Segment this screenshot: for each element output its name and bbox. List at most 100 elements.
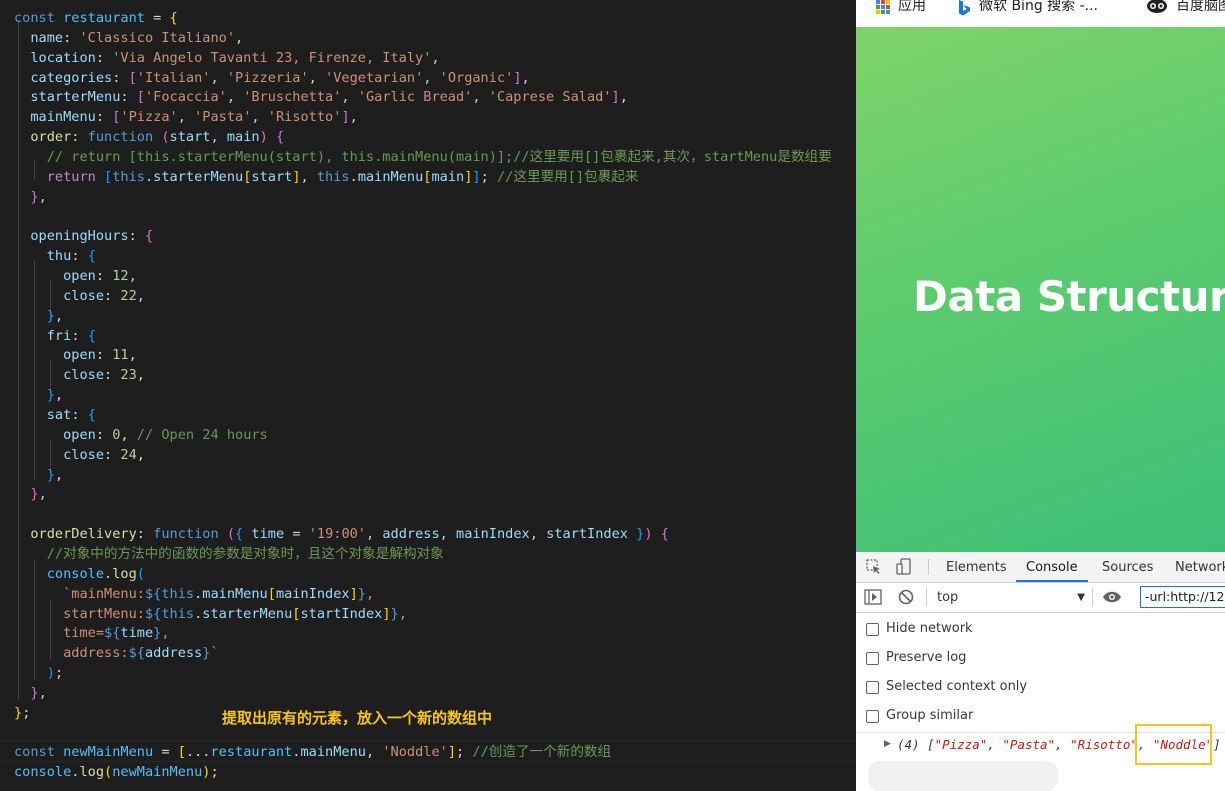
- tab-sources[interactable]: Sources: [1102, 552, 1153, 582]
- tab-elements[interactable]: Elements: [946, 552, 1007, 582]
- array-item: "Pizza": [934, 737, 988, 752]
- setting-group-similar[interactable]: Group similar: [866, 706, 973, 726]
- code-token: this: [316, 168, 350, 185]
- code-line[interactable]: orderDelivery: function ({ time = '19:00…: [14, 524, 669, 544]
- checkbox[interactable]: [866, 709, 879, 723]
- code-line[interactable]: open: 12,: [14, 266, 137, 286]
- browser-window: 应用 微软 Bing 搜索 -... 百度脑图 Data Structures: [856, 0, 1225, 791]
- bookmark-label: 微软 Bing 搜索 -...: [979, 0, 1099, 14]
- code-line[interactable]: `mainMenu:${this.mainMenu[mainIndex]},: [14, 584, 374, 604]
- code-line[interactable]: );: [14, 663, 63, 683]
- code-line[interactable]: mainMenu: ['Pizza', 'Pasta', 'Risotto'],: [14, 107, 357, 127]
- code-token: //这里要用[]包裹起来: [496, 168, 639, 185]
- code-line[interactable]: console.log(newMainMenu);: [14, 762, 219, 782]
- code-line[interactable]: location: 'Via Angelo Tavanti 23, Firenz…: [14, 48, 439, 68]
- inspect-element-icon[interactable]: [866, 559, 882, 575]
- setting-selected-context-only[interactable]: Selected context only: [866, 677, 1027, 697]
- code-token: ,: [38, 486, 47, 503]
- code-line[interactable]: },: [14, 385, 63, 405]
- code-line[interactable]: };: [14, 703, 30, 723]
- code-line[interactable]: close: 23,: [14, 365, 145, 385]
- live-expression-eye-icon[interactable]: [1102, 591, 1122, 603]
- code-token: 'Classico Italiano': [79, 29, 236, 46]
- code-token: return: [46, 168, 96, 185]
- context-select[interactable]: top ▼: [937, 588, 1085, 608]
- code-token: // return [this.starterMenu(start), this…: [46, 148, 832, 165]
- code-line[interactable]: thu: {: [14, 246, 96, 266]
- code-line[interactable]: },: [14, 683, 46, 703]
- code-line[interactable]: const newMainMenu = [...restaurant.mainM…: [14, 742, 611, 762]
- code-token: ]: [611, 89, 620, 106]
- array-length: (4): [897, 737, 920, 752]
- code-token: 'Pasta': [194, 109, 252, 126]
- code-token: =: [144, 10, 170, 26]
- checkbox[interactable]: [866, 651, 879, 665]
- code-token: {: [87, 248, 96, 265]
- code-line[interactable]: fri: {: [14, 326, 96, 346]
- checkbox[interactable]: [866, 680, 879, 694]
- code-line[interactable]: categories: ['Italian', 'Pizzeria', 'Veg…: [14, 68, 529, 88]
- sidebar-toggle-icon[interactable]: [864, 589, 882, 605]
- code-token: ,: [38, 188, 47, 205]
- expand-triangle-icon[interactable]: ▶: [884, 739, 891, 749]
- clear-console-icon[interactable]: [898, 589, 914, 605]
- code-token: ]: [349, 585, 358, 602]
- code-line[interactable]: },: [14, 306, 63, 326]
- code-token: startIndex: [300, 605, 383, 622]
- tab-network[interactable]: Network: [1175, 552, 1225, 582]
- code-line[interactable]: starterMenu: ['Focaccia', 'Bruschetta', …: [14, 87, 628, 107]
- devtools-tabbar: Elements Console Sources Network: [856, 552, 1225, 583]
- code-token: ]: [292, 168, 301, 185]
- code-line[interactable]: sat: {: [14, 405, 96, 425]
- code-editor[interactable]: const restaurant = { name: 'Classico Ita…: [0, 0, 856, 791]
- code-token: ,: [366, 526, 383, 543]
- code-line[interactable]: },: [14, 187, 47, 207]
- code-token: orderDelivery: [30, 526, 137, 543]
- code-line[interactable]: //对象中的方法中的函数的参数是对象时，且这个对象是解构对象: [14, 544, 444, 564]
- code-token: // Open 24 hours: [136, 426, 268, 443]
- code-line[interactable]: openingHours: {: [14, 226, 153, 246]
- code-line[interactable]: },: [14, 465, 63, 485]
- code-line[interactable]: open: 11,: [14, 345, 137, 365]
- code-line[interactable]: close: 24,: [14, 445, 145, 465]
- code-token: mainMenu: [30, 109, 96, 126]
- code-line[interactable]: address:${address}`: [14, 643, 219, 663]
- code-line[interactable]: name: 'Classico Italiano',: [14, 28, 243, 48]
- code-line[interactable]: open: 0, // Open 24 hours: [14, 425, 268, 445]
- code-line[interactable]: startMenu:${this.starterMenu[startIndex]…: [14, 604, 407, 624]
- code-token: }: [46, 466, 55, 483]
- code-token: :: [136, 526, 154, 543]
- bookmark-bing[interactable]: 微软 Bing 搜索 -...: [957, 0, 1098, 22]
- code-line[interactable]: },: [14, 484, 47, 504]
- code-token: ): [259, 129, 268, 146]
- checkbox[interactable]: [866, 622, 879, 636]
- code-line[interactable]: time=${time},: [14, 623, 169, 643]
- console-filter-input[interactable]: -url:http://12: [1140, 586, 1225, 608]
- code-token: :: [104, 287, 121, 304]
- device-toolbar-icon[interactable]: [896, 558, 914, 576]
- code-token: function: [87, 129, 154, 146]
- code-line[interactable]: const restaurant = {: [14, 8, 178, 28]
- setting-label: Selected context only: [886, 679, 1028, 694]
- array-comma: ,: [987, 737, 1003, 752]
- tab-console[interactable]: Console: [1016, 552, 1088, 582]
- code-line[interactable]: console.log(: [14, 564, 145, 584]
- bookmark-apps[interactable]: 应用: [876, 0, 926, 22]
- code-line[interactable]: close: 22,: [14, 286, 145, 306]
- code-token: time=: [14, 625, 105, 642]
- setting-preserve-log[interactable]: Preserve log: [866, 648, 966, 668]
- code-line[interactable]: order: function (start, main) {: [14, 127, 284, 147]
- setting-hide-network[interactable]: Hide network: [866, 619, 973, 639]
- code-token: ,: [365, 744, 383, 761]
- code-token: .: [104, 565, 113, 582]
- code-line[interactable]: return [this.starterMenu[start], this.ma…: [14, 167, 639, 187]
- code-line[interactable]: // return [this.starterMenu(start), this…: [14, 147, 832, 167]
- bookmark-baidu-naotu[interactable]: 百度脑图: [1146, 0, 1225, 22]
